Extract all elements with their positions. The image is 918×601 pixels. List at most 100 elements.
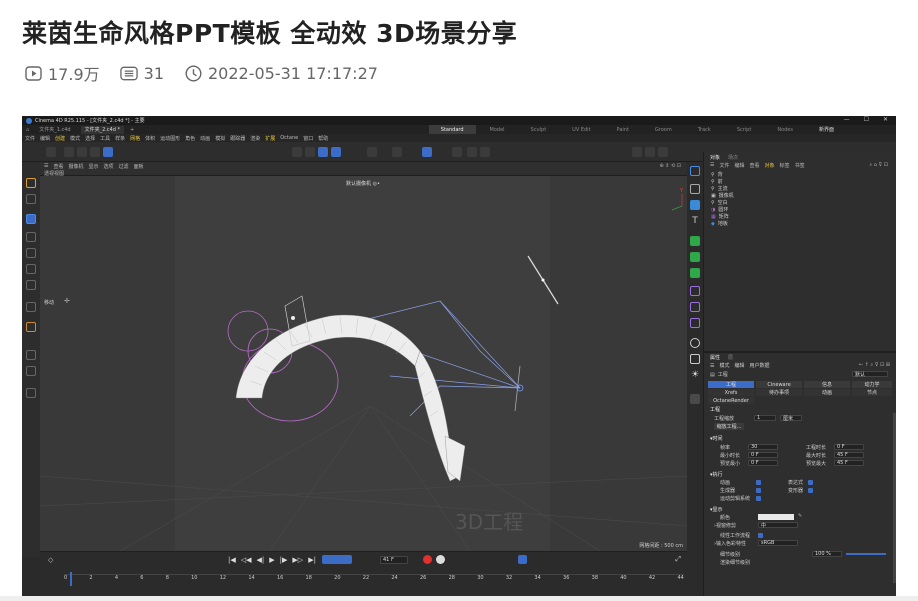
next-key-icon[interactable]: ▶▷ [292, 556, 303, 564]
menu-create[interactable]: 创建 [55, 135, 65, 142]
attr-menu-userdata[interactable]: 用户数据 [750, 362, 770, 369]
object-row[interactable]: ◑ 圆环 [704, 206, 896, 214]
object-row[interactable]: ◆ 地板 [704, 220, 896, 228]
home-icon[interactable]: ⌂ [26, 127, 29, 133]
go-end-icon[interactable]: ▶| [308, 556, 316, 564]
layout-groom[interactable]: Groom [643, 125, 684, 134]
vp-menu-options[interactable]: 选项 [104, 163, 114, 170]
layout-new[interactable]: 新界面 [807, 125, 846, 134]
hamburger-icon[interactable]: ☰ [44, 163, 48, 170]
min-time-input[interactable]: 0 F [748, 452, 778, 458]
obj-menu-bookmarks[interactable]: 书签 [795, 162, 805, 169]
obj-menu-file[interactable]: 文件 [719, 162, 729, 169]
menu-octane[interactable]: Octane [280, 135, 298, 141]
attr-tab-octane[interactable]: OctaneRender [708, 397, 754, 404]
menu-volume[interactable]: 体积 [145, 135, 155, 142]
cube-blue-icon[interactable] [690, 200, 700, 210]
motion-checkbox[interactable] [756, 496, 761, 501]
object-row[interactable]: ⚲ 前 [704, 178, 896, 186]
anim-checkbox[interactable] [756, 480, 761, 485]
object-row[interactable]: ⚲ 空白 [704, 199, 896, 207]
close-icon[interactable]: ✕ [883, 116, 888, 123]
environment-icon[interactable] [690, 338, 700, 348]
timeline-ruler[interactable]: 0 2 4 6 8 10 12 14 16 18 20 22 24 26 28 … [64, 574, 684, 586]
3d-viewport[interactable]: Y 默认摄像机 ◎• 移动 ✛ 3D工程 网格间距 : 500 cm [40, 176, 687, 551]
camera-obj-icon[interactable] [690, 354, 700, 364]
color-swatch[interactable] [758, 514, 794, 520]
snap-icon[interactable] [392, 147, 402, 157]
layout-script[interactable]: Script [725, 125, 764, 134]
spline-tool-icon[interactable] [26, 302, 36, 312]
keyframe-diamond-icon[interactable]: ◇ [48, 556, 53, 564]
menu-render[interactable]: 渲染 [250, 135, 260, 142]
vp-menu-panel[interactable]: 面板 [134, 163, 144, 170]
hamburger-obj-icon[interactable]: ☰ [710, 162, 714, 169]
max-time-input[interactable]: 45 F [834, 452, 864, 458]
magnet-tool-icon[interactable] [26, 388, 36, 398]
layout-standard[interactable]: Standard [428, 125, 476, 134]
render-icon[interactable] [467, 147, 477, 157]
layout-track[interactable]: Track [686, 125, 723, 134]
light-icon[interactable]: ☀ [690, 370, 700, 380]
prev-frame-icon[interactable]: ◀| [257, 556, 265, 564]
lock-icon[interactable] [452, 147, 462, 157]
menu-help[interactable]: 帮助 [318, 135, 328, 142]
scale-input[interactable]: 1 [754, 415, 776, 421]
preview-max-input[interactable]: 45 F [834, 460, 864, 466]
object-row[interactable]: ▦ 矩阵 [704, 213, 896, 221]
layout-model[interactable]: Model [478, 125, 517, 134]
lod-input[interactable]: 100 % [812, 551, 842, 557]
menu-mode[interactable]: 模式 [70, 135, 80, 142]
render-region-icon[interactable] [305, 147, 315, 157]
record-icon[interactable] [423, 555, 432, 564]
tab-attributes[interactable]: 属性 [710, 354, 720, 361]
new-tab-icon[interactable]: + [130, 127, 134, 133]
attr-menu-edit[interactable]: 编辑 [735, 362, 745, 369]
camera-icon[interactable] [367, 147, 377, 157]
menu-mesh[interactable]: 网格 [130, 135, 140, 142]
object-manager-icon[interactable] [690, 166, 700, 176]
undo-icon[interactable] [46, 147, 56, 157]
menu-tracker[interactable]: 跟踪器 [230, 135, 245, 142]
obj-menu-view[interactable]: 查看 [750, 162, 760, 169]
vp-menu-view[interactable]: 查看 [53, 163, 63, 170]
menu-animate[interactable]: 动画 [200, 135, 210, 142]
minimize-icon[interactable]: — [844, 116, 850, 123]
viewport-nav-icons[interactable]: ⊕ ⇕ ⟲ ⊡ [659, 163, 681, 169]
brush-tool-icon[interactable] [26, 366, 36, 376]
field-icon[interactable] [690, 302, 700, 312]
live-select-icon[interactable] [26, 194, 36, 204]
square-icon[interactable] [690, 184, 700, 194]
axis-z-icon[interactable] [90, 147, 100, 157]
object-row[interactable]: ⚲ 背 [704, 171, 896, 179]
rotate-tool-icon[interactable] [26, 232, 36, 242]
preset-dropdown[interactable]: 默认 [852, 371, 888, 378]
vp-menu-filter[interactable]: 过滤 [119, 163, 129, 170]
vp-menu-camera[interactable]: 摄像机 [69, 163, 84, 170]
menu-simulate[interactable]: 模拟 [215, 135, 225, 142]
attr-tab-nodes[interactable]: 节点 [852, 389, 892, 396]
doc-tab-1[interactable]: 文件夹_1.c4d [35, 126, 74, 134]
attr-tab-animation[interactable]: 动画 [804, 389, 850, 396]
go-start-icon[interactable]: |◀ [228, 556, 236, 564]
tag-icon[interactable] [690, 394, 700, 404]
timeline-expand-icon[interactable]: ⤢ [675, 555, 681, 564]
menu-character[interactable]: 角色 [185, 135, 195, 142]
input-color-dropdown[interactable]: sRGB [758, 540, 798, 546]
scale-tool-icon[interactable] [26, 248, 36, 258]
scale-project-button[interactable]: 缩放工程... [714, 423, 744, 430]
fracture-icon[interactable] [690, 252, 700, 262]
attr-tab-project[interactable]: 工程 [708, 381, 754, 388]
doc-tab-2[interactable]: 文件夹_2.c4d * [80, 125, 125, 134]
lod-slider[interactable] [846, 553, 886, 555]
layout-sculpt[interactable]: Sculpt [519, 125, 559, 134]
deform-checkbox[interactable] [808, 488, 813, 493]
axis-x-icon[interactable] [64, 147, 74, 157]
menu-window[interactable]: 窗口 [303, 135, 313, 142]
transform-tool-icon[interactable] [26, 264, 36, 274]
play-button-icon[interactable]: ▶ [269, 556, 274, 564]
viewport-layout-2-icon[interactable] [645, 147, 655, 157]
menu-tools[interactable]: 工具 [100, 135, 110, 142]
project-time-input[interactable]: 0 F [834, 444, 864, 450]
viewport-layout-1-icon[interactable] [632, 147, 642, 157]
